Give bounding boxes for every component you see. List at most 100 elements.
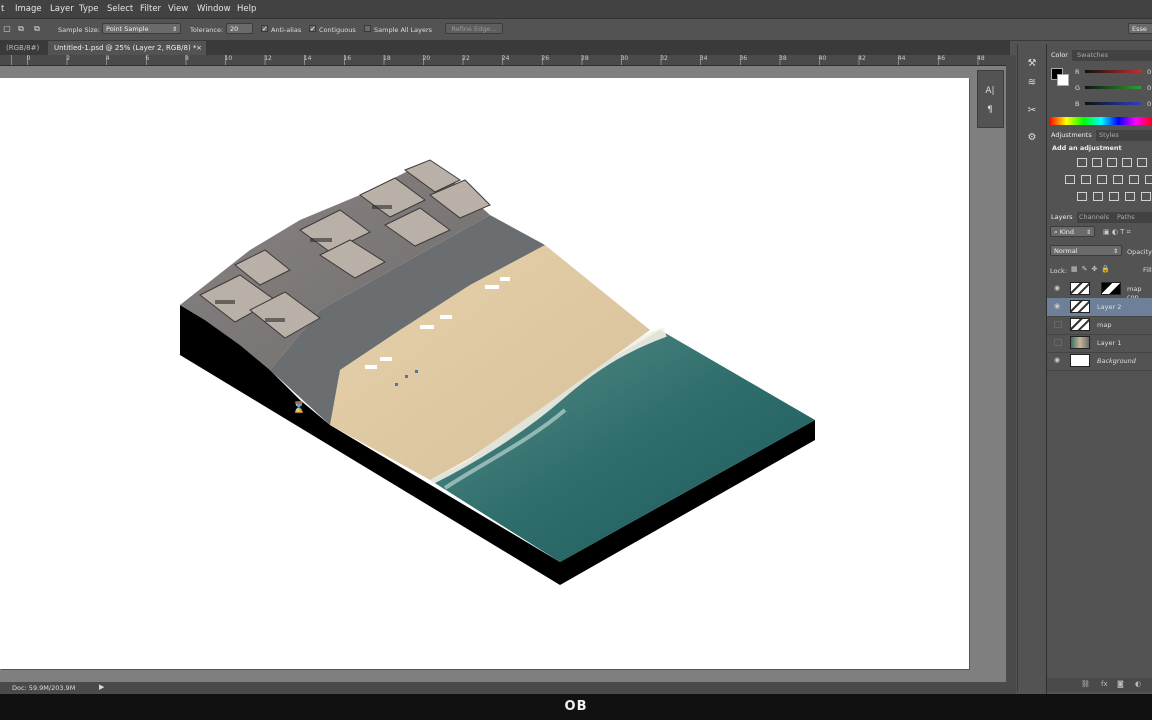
tab-untitled-1[interactable]: Untitled-1.psd @ 25% (Layer 2, RGB/8) * …	[48, 41, 206, 55]
layer-row[interactable]: ◉ Layer 2	[1047, 298, 1152, 317]
visibility-eye-icon[interactable]: ◉	[1054, 303, 1062, 310]
ruler-number: 16	[343, 55, 352, 62]
visibility-eye-icon[interactable]	[1054, 339, 1062, 346]
layer-row[interactable]: ◉ Background	[1047, 352, 1152, 371]
link-layers-icon[interactable]: ⛓	[1081, 680, 1090, 688]
refine-edge-button[interactable]: Refine Edge...	[445, 23, 503, 34]
doc-size-status: Doc: 59.9M/203.9M	[12, 684, 76, 692]
tools-icon[interactable]: ✂	[1025, 105, 1039, 117]
channel-value-r[interactable]: 0	[1147, 68, 1151, 76]
workspace-switcher[interactable]: Esse	[1128, 23, 1152, 34]
chevron-updown-icon: ⇕	[171, 26, 177, 33]
anti-alias-checkbox[interactable]: ✓	[261, 25, 268, 33]
channel-value-g[interactable]: 0	[1147, 84, 1151, 92]
channel-slider-r[interactable]	[1085, 70, 1141, 73]
menu-help[interactable]: Help	[237, 4, 256, 14]
tab-previous-document[interactable]: (RGB/8#) ×	[0, 41, 48, 66]
threshold-adjustment-icon[interactable]	[1109, 192, 1119, 201]
tab-paths[interactable]: Paths	[1113, 212, 1139, 223]
menu-view[interactable]: View	[168, 4, 188, 14]
brush-preset-icon[interactable]: ⚒	[1025, 58, 1039, 70]
visibility-eye-icon[interactable]: ◉	[1054, 357, 1062, 364]
visibility-eye-icon[interactable]: ◉	[1054, 285, 1062, 292]
layer-mask-thumbnail[interactable]	[1101, 282, 1121, 295]
hue-sat-adjustment-icon[interactable]	[1065, 175, 1075, 184]
tab-adjustments[interactable]: Adjustments	[1047, 130, 1096, 141]
layer-name: Layer 1	[1097, 339, 1122, 347]
adjustments-panel-tabs: Adjustments Styles	[1047, 130, 1152, 141]
visibility-eye-icon[interactable]	[1054, 321, 1062, 328]
new-selection-icon[interactable]: ▢	[0, 23, 14, 35]
adjustment-layer-icon[interactable]: ◐	[1135, 680, 1141, 688]
paragraph-panel-icon[interactable]: ¶	[983, 104, 997, 116]
ruler-number: 30	[620, 55, 629, 62]
levels-adjustment-icon[interactable]	[1092, 158, 1102, 167]
posterize-adjustment-icon[interactable]	[1093, 192, 1103, 201]
color-panel-tabs: Color Swatches	[1047, 50, 1152, 61]
options-bar: ▢ ⧉ ⧉ Sample Size: Point Sample ⇕ Toleran…	[0, 19, 1152, 41]
curves-adjustment-icon[interactable]	[1107, 158, 1117, 167]
color-spectrum-bar[interactable]	[1049, 117, 1152, 125]
menu-type[interactable]: Type	[79, 4, 99, 14]
color-balance-adjustment-icon[interactable]	[1081, 175, 1091, 184]
channel-mixer-adjustment-icon[interactable]	[1129, 175, 1139, 184]
tab-channels[interactable]: Channels	[1075, 212, 1113, 223]
selective-color-adjustment-icon[interactable]	[1141, 192, 1151, 201]
exposure-adjustment-icon[interactable]	[1122, 158, 1132, 167]
tab-layers[interactable]: Layers	[1047, 212, 1077, 223]
sample-size-label: Sample Size:	[58, 26, 100, 34]
invert-adjustment-icon[interactable]	[1077, 192, 1087, 201]
tab-swatches[interactable]: Swatches	[1073, 50, 1112, 61]
close-icon[interactable]: ×	[196, 41, 202, 55]
status-menu-arrow-icon[interactable]: ▶	[99, 683, 104, 691]
fill-label: Fill:	[1143, 266, 1152, 274]
tab-color[interactable]: Color	[1047, 50, 1072, 61]
menu-select[interactable]: Select	[107, 4, 133, 14]
sample-size-select[interactable]: Point Sample ⇕	[102, 23, 181, 34]
channel-value-b[interactable]: 0	[1147, 100, 1151, 108]
vibrance-adjustment-icon[interactable]	[1137, 158, 1147, 167]
clone-source-icon[interactable]: ⚙	[1025, 132, 1039, 144]
layer-row[interactable]: map	[1047, 316, 1152, 335]
layer-row[interactable]: Layer 1	[1047, 334, 1152, 353]
layer-filter-select[interactable]: ⌕ Kind ⇕	[1050, 226, 1095, 237]
menu-image[interactable]: Image	[15, 4, 42, 14]
color-lookup-adjustment-icon[interactable]	[1145, 175, 1152, 184]
sample-all-layers-checkbox[interactable]	[364, 25, 371, 32]
vertical-scrollbar[interactable]	[1006, 55, 1016, 682]
black-white-adjustment-icon[interactable]	[1097, 175, 1107, 184]
layer-filter-icons[interactable]: ▣ ◐ T ⌗	[1103, 228, 1131, 237]
ruler-number: 48	[977, 55, 985, 62]
contiguous-checkbox[interactable]: ✓	[309, 25, 316, 33]
tab-styles[interactable]: Styles	[1095, 130, 1123, 141]
menu-layer[interactable]: Layer	[50, 4, 74, 14]
status-bar: Doc: 59.9M/203.9M ▶	[0, 682, 1016, 694]
ruler-number: 44	[897, 55, 906, 62]
subtract-selection-icon[interactable]: ⧉	[30, 23, 44, 35]
layer-row[interactable]: ◉ map cop	[1047, 280, 1152, 301]
ruler-number: 26	[541, 55, 550, 62]
photo-filter-adjustment-icon[interactable]	[1113, 175, 1123, 184]
lock-icons[interactable]: ▦✎✥🔒	[1071, 265, 1114, 273]
sample-all-layers-label: Sample All Layers	[374, 26, 433, 34]
anti-alias-label: Anti-alias	[271, 26, 302, 34]
gradient-map-adjustment-icon[interactable]	[1125, 192, 1135, 201]
brush-icon[interactable]: ≋	[1025, 77, 1039, 89]
channel-slider-b[interactable]	[1085, 102, 1141, 105]
opacity-label: Opacity:	[1127, 248, 1152, 256]
add-mask-icon[interactable]: ◙	[1117, 680, 1124, 688]
character-panel-icon[interactable]: A|	[983, 85, 997, 97]
add-selection-icon[interactable]: ⧉	[14, 23, 28, 35]
channel-slider-g[interactable]	[1085, 86, 1141, 89]
document-canvas[interactable]: ⌛	[0, 78, 969, 669]
blend-mode-select[interactable]: Normal ⇕	[1050, 245, 1122, 256]
tolerance-input[interactable]: 20	[226, 23, 253, 34]
layer-style-icon[interactable]: fx	[1101, 680, 1108, 688]
tab-label: Untitled-1.psd @ 25% (Layer 2, RGB/8) *	[54, 44, 197, 52]
background-color-swatch[interactable]	[1057, 74, 1069, 86]
layer-thumbnail	[1070, 318, 1090, 331]
menu-window[interactable]: Window	[197, 4, 231, 14]
menu-edit[interactable]: t	[1, 4, 4, 14]
brightness-adjustment-icon[interactable]	[1077, 158, 1087, 167]
menu-filter[interactable]: Filter	[140, 4, 161, 14]
